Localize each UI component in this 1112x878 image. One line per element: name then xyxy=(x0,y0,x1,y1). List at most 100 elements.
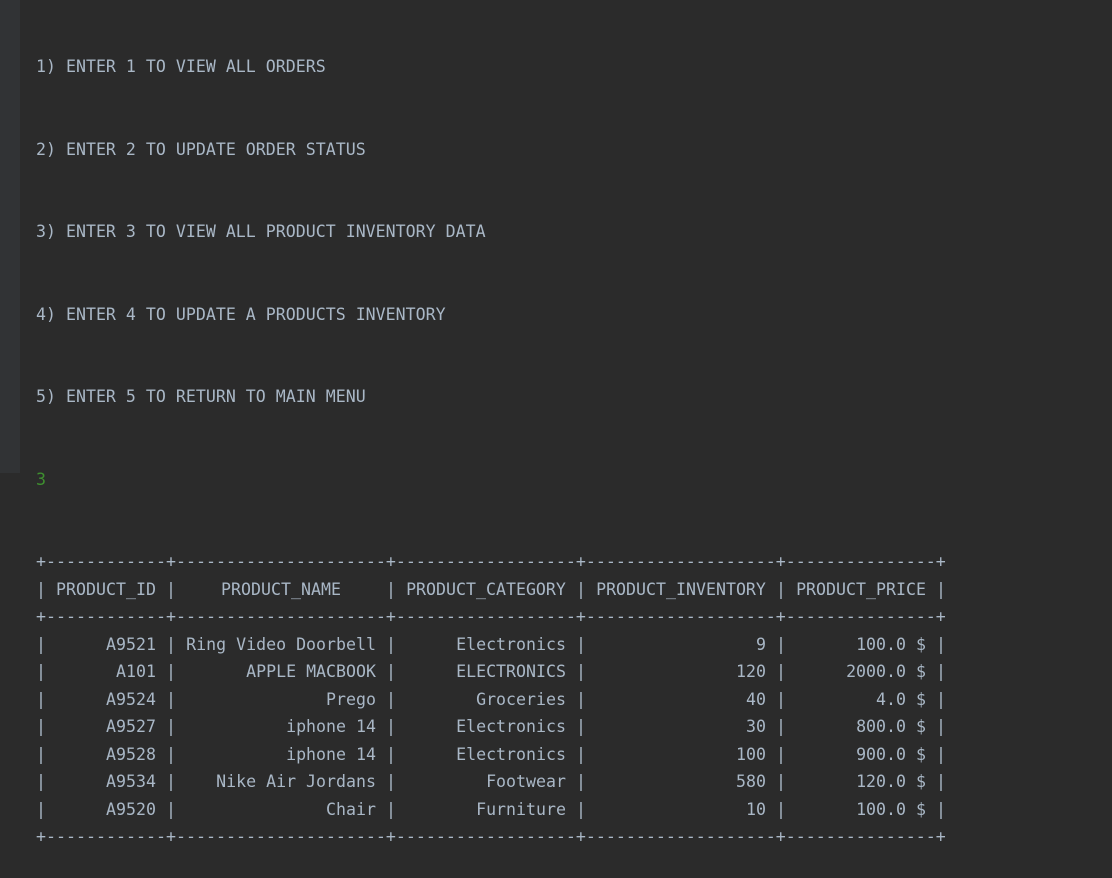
menu-option-5: 5) ENTER 5 TO RETURN TO MAIN MENU xyxy=(36,387,366,406)
column-separator: | xyxy=(576,799,586,819)
table-cell: Chair xyxy=(326,799,376,819)
table-cell: A9527 xyxy=(106,717,156,736)
column-separator: | xyxy=(386,662,396,681)
column-separator: | xyxy=(166,744,176,764)
column-separator: | xyxy=(936,579,946,599)
column-separator: | xyxy=(166,634,176,654)
column-header: PRODUCT_INVENTORY xyxy=(596,579,766,599)
column-separator: | xyxy=(36,717,46,736)
column-separator: | xyxy=(166,689,176,709)
column-separator: | xyxy=(386,717,396,736)
table-row: | A9524 | Prego | Groceries | 40 | 4.0 $ | xyxy=(36,686,946,714)
column-separator: | xyxy=(776,744,786,764)
table-row: | A9527 | iphone 14 | Electronics | 30 | 800.0 $ | xyxy=(36,713,946,741)
column-separator: | xyxy=(576,689,586,709)
column-separator: | xyxy=(576,717,586,736)
column-separator: | xyxy=(166,717,176,736)
menu-option-4: 4) ENTER 4 TO UPDATE A PRODUCTS INVENTOR… xyxy=(36,304,446,324)
column-separator: | xyxy=(776,772,786,791)
column-separator: | xyxy=(776,799,786,819)
table-header-row: | PRODUCT_ID | PRODUCT_NAME | PRODUCT_CATEGOR… xyxy=(36,576,946,604)
column-separator: | xyxy=(166,799,176,819)
column-separator: | xyxy=(776,579,786,599)
column-separator: | xyxy=(166,662,176,681)
column-separator: | xyxy=(386,634,396,654)
column-separator: | xyxy=(36,689,46,709)
table-cell: 120.0 $ xyxy=(856,772,926,791)
table-cell: A9520 xyxy=(106,799,156,819)
column-separator: | xyxy=(776,662,786,681)
run-console-output[interactable]: 1) ENTER 1 TO VIEW ALL ORDERS 2) ENTER 2… xyxy=(36,0,946,878)
column-separator: | xyxy=(936,744,946,764)
table-cell: Footwear xyxy=(486,772,566,791)
table-cell: Electronics xyxy=(456,717,566,736)
table-cell: 9 xyxy=(756,634,766,654)
table-row: | A9534 | Nike Air Jordans | Footwear | 580 | 120… xyxy=(36,768,946,796)
table-row: | A9520 | Chair | Furniture | 10 | 100.0 $ | xyxy=(36,796,946,824)
table-cell: 4.0 $ xyxy=(876,689,926,709)
table-cell: iphone 14 xyxy=(286,717,376,736)
product-inventory-table: +------------+---------------------+----… xyxy=(36,548,946,851)
column-separator: | xyxy=(936,634,946,654)
column-header: PRODUCT_CATEGORY xyxy=(406,579,566,599)
table-row: | A9528 | iphone 14 | Electronics | 100 | 900.0 $… xyxy=(36,741,946,769)
table-cell: 100.0 $ xyxy=(856,634,926,654)
column-separator: | xyxy=(776,717,786,736)
column-separator: | xyxy=(576,772,586,791)
column-separator: | xyxy=(386,799,396,819)
table-cell: Furniture xyxy=(476,799,566,819)
table-row: | A101 | APPLE MACBOOK | ELECTRONICS | 120 | 2000… xyxy=(36,658,946,686)
column-separator: | xyxy=(386,772,396,791)
column-separator: | xyxy=(776,689,786,709)
table-cell: 100.0 $ xyxy=(856,799,926,819)
column-separator: | xyxy=(386,744,396,764)
column-separator: | xyxy=(36,579,46,599)
table-cell: 580 xyxy=(736,772,766,791)
column-separator: | xyxy=(36,744,46,764)
table-border: +------------+---------------------+----… xyxy=(36,607,946,626)
column-separator: | xyxy=(36,634,46,654)
table-cell: 30 xyxy=(746,717,766,736)
menu-option-3: 3) ENTER 3 TO VIEW ALL PRODUCT INVENTORY… xyxy=(36,222,486,241)
column-separator: | xyxy=(166,579,176,599)
table-border: +------------+---------------------+----… xyxy=(36,552,946,571)
table-cell: ELECTRONICS xyxy=(456,662,566,681)
table-cell: 10 xyxy=(746,799,766,819)
table-cell: Ring Video Doorbell xyxy=(186,634,376,654)
table-cell: 2000.0 $ xyxy=(846,662,926,681)
column-separator: | xyxy=(386,689,396,709)
table-cell: 900.0 $ xyxy=(856,744,926,764)
column-separator: | xyxy=(166,772,176,791)
column-separator: | xyxy=(36,799,46,819)
menu-option-1: 1) ENTER 1 TO VIEW ALL ORDERS xyxy=(36,57,326,76)
column-header: PRODUCT_ID xyxy=(56,579,156,599)
column-separator: | xyxy=(576,634,586,654)
table-border: +------------+---------------------+----… xyxy=(36,827,946,846)
table-cell: Prego xyxy=(326,689,376,709)
table-cell: A9534 xyxy=(106,772,156,791)
table-cell: A9524 xyxy=(106,689,156,709)
column-separator: | xyxy=(36,662,46,681)
table-cell: 120 xyxy=(736,662,766,681)
table-row: | A9521 | Ring Video Doorbell | Electronics | 9… xyxy=(36,631,946,659)
column-header: PRODUCT_NAME xyxy=(221,579,341,599)
column-separator: | xyxy=(776,634,786,654)
editor-gutter xyxy=(0,0,20,473)
table-cell: Groceries xyxy=(476,689,566,709)
table-cell: Nike Air Jordans xyxy=(216,772,376,791)
column-separator: | xyxy=(576,662,586,681)
column-separator: | xyxy=(576,744,586,764)
column-separator: | xyxy=(936,662,946,681)
column-separator: | xyxy=(936,689,946,709)
column-separator: | xyxy=(36,772,46,791)
column-separator: | xyxy=(936,772,946,791)
table-cell: Electronics xyxy=(456,744,566,764)
column-separator: | xyxy=(936,799,946,819)
table-cell: iphone 14 xyxy=(286,744,376,764)
column-separator: | xyxy=(576,579,586,599)
column-separator: | xyxy=(936,717,946,736)
menu-option-2: 2) ENTER 2 TO UPDATE ORDER STATUS xyxy=(36,139,366,159)
table-cell: 100 xyxy=(736,744,766,764)
table-cell: A9528 xyxy=(106,744,156,764)
table-cell: 800.0 $ xyxy=(856,717,926,736)
